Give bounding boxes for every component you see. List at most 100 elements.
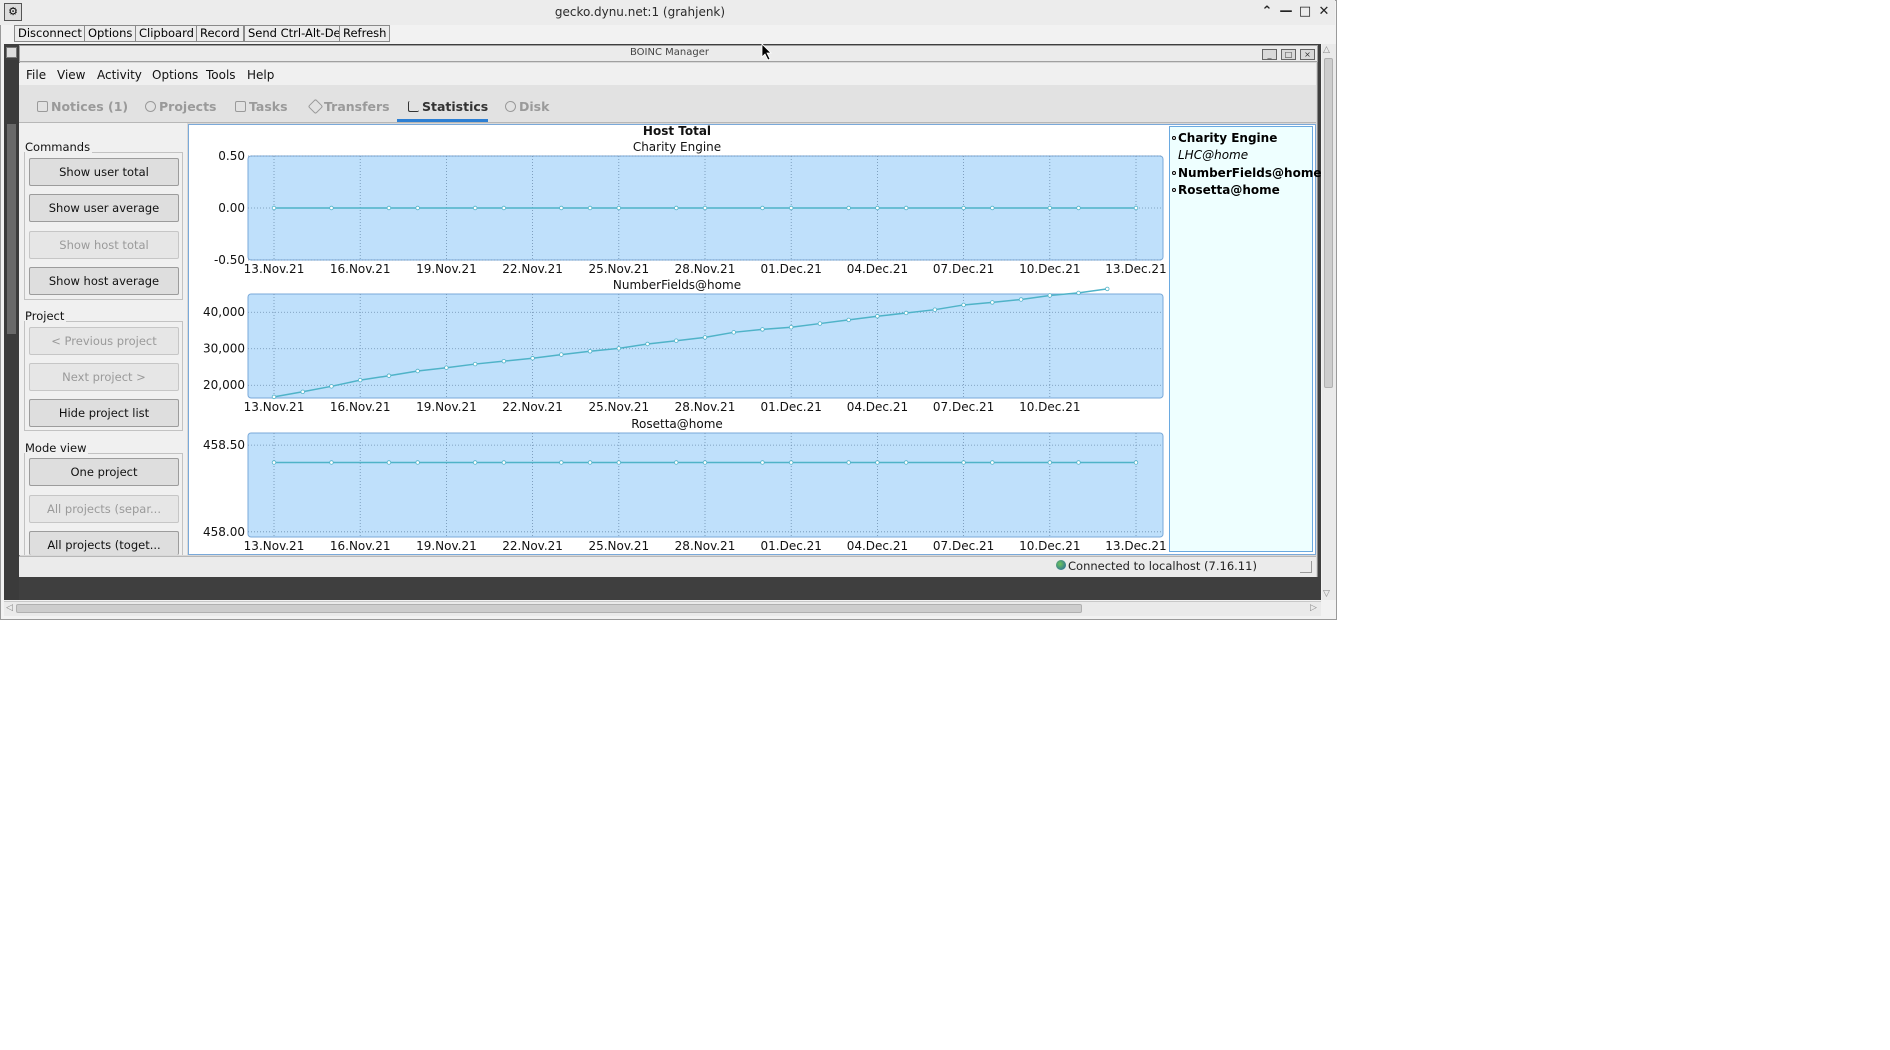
inner-close-icon[interactable]: × <box>1300 49 1315 60</box>
scroll-up-icon[interactable]: △ <box>1323 45 1330 55</box>
data-point <box>357 377 363 383</box>
menu-view[interactable]: View <box>57 68 85 82</box>
send-ctrl-alt-del-button[interactable]: Send Ctrl-Alt-Del <box>244 25 348 42</box>
show-host-total-button[interactable]: Show host total <box>29 231 179 259</box>
envelope-icon <box>37 101 48 112</box>
data-point <box>702 460 708 465</box>
maximize-icon[interactable]: □ <box>1296 3 1314 21</box>
tab-projects[interactable]: Projects <box>145 99 217 114</box>
tab-transfers[interactable]: Transfers <box>307 98 390 115</box>
show-user-average-button[interactable]: Show user average <box>29 194 179 222</box>
show-host-average-button[interactable]: Show host average <box>29 267 179 295</box>
vertical-scroll-thumb[interactable] <box>1324 58 1333 388</box>
legend-item-rosetta[interactable]: Rosetta@home <box>1178 183 1280 197</box>
document-icon <box>235 101 246 112</box>
chart-subtitle: Rosetta@home <box>631 417 723 431</box>
data-point <box>702 335 708 340</box>
all-projects-together-button[interactable]: All projects (toget... <box>29 531 179 555</box>
data-point <box>530 356 535 361</box>
tab-projects-label: Projects <box>159 99 217 114</box>
x-tick-label: 04.Dec.21 <box>847 262 908 276</box>
x-tick-label: 07.Dec.21 <box>933 400 994 414</box>
legend-item-charity-engine[interactable]: Charity Engine <box>1178 131 1277 145</box>
x-tick-label: 01.Dec.21 <box>761 262 822 276</box>
data-point <box>616 346 621 351</box>
disconnect-button[interactable]: Disconnect <box>14 25 86 42</box>
data-point <box>789 460 794 465</box>
clipboard-button[interactable]: Clipboard <box>135 25 198 42</box>
data-point <box>674 460 679 465</box>
close-icon[interactable]: ✕ <box>1315 3 1333 21</box>
data-point <box>501 460 507 465</box>
x-tick-label: 13.Dec.21 <box>1105 539 1166 553</box>
resize-grip-icon[interactable] <box>1300 561 1312 573</box>
legend-item-lhc[interactable]: LHC@home <box>1178 148 1248 162</box>
project-label: Project <box>25 309 67 323</box>
inner-maximize-icon[interactable]: □ <box>1281 49 1296 60</box>
menu-help[interactable]: Help <box>247 68 274 82</box>
data-point <box>990 300 995 305</box>
x-tick-label: 01.Dec.21 <box>761 400 822 414</box>
tab-statistics-label: Statistics <box>422 99 489 114</box>
inner-minimize-icon[interactable]: _ <box>1262 49 1277 60</box>
data-point <box>674 205 679 211</box>
vnc-toolbar: Disconnect Options Clipboard Record Send… <box>0 24 1335 44</box>
data-point <box>645 341 650 347</box>
refresh-button[interactable]: Refresh <box>339 25 391 42</box>
data-point <box>444 365 449 370</box>
tab-notices[interactable]: Notices (1) <box>37 99 128 114</box>
boinc-window-title: BOINC Manager <box>630 47 709 58</box>
all-projects-separate-button[interactable]: All projects (separ... <box>29 495 179 523</box>
scroll-left-icon[interactable]: ◁ <box>6 603 13 613</box>
data-point <box>472 205 478 211</box>
scroll-right-icon[interactable]: ▷ <box>1310 603 1317 613</box>
data-point <box>846 460 851 465</box>
data-point <box>760 327 765 332</box>
data-point <box>1018 297 1024 302</box>
gear-icon <box>145 101 156 112</box>
inner-menu-icon[interactable] <box>6 47 17 58</box>
x-tick-label: 19.Nov.21 <box>416 262 477 276</box>
chevron-up-icon[interactable]: ⌃ <box>1258 3 1276 21</box>
data-point <box>1076 205 1081 211</box>
data-point <box>501 358 507 364</box>
menu-tools[interactable]: Tools <box>206 68 236 82</box>
data-point <box>386 205 392 211</box>
x-tick-label: 10.Dec.21 <box>1019 400 1080 414</box>
record-button[interactable]: Record <box>196 25 244 42</box>
data-point <box>903 310 909 316</box>
tab-tasks[interactable]: Tasks <box>235 99 288 114</box>
options-button[interactable]: Options <box>84 25 137 42</box>
data-point <box>329 384 334 389</box>
scroll-down-icon[interactable]: ▽ <box>1323 589 1330 599</box>
tab-statistics[interactable]: Statistics <box>408 99 488 114</box>
menu-options[interactable]: Options <box>152 68 198 82</box>
data-point <box>415 205 420 211</box>
y-tick-label: -0.50 <box>214 253 245 267</box>
horizontal-scroll-thumb[interactable] <box>16 604 1082 613</box>
transfer-icon <box>307 98 324 115</box>
data-point <box>1133 205 1139 211</box>
tab-disk[interactable]: Disk <box>505 99 549 114</box>
one-project-button[interactable]: One project <box>29 458 179 486</box>
next-project-button[interactable]: Next project > <box>29 363 179 391</box>
data-point <box>903 460 909 465</box>
hide-project-list-button[interactable]: Hide project list <box>29 399 179 427</box>
tab-transfers-label: Transfers <box>324 99 390 114</box>
data-point <box>415 368 420 374</box>
bar-chart-icon <box>408 101 419 112</box>
commands-label: Commands <box>25 140 93 154</box>
desktop-panel-handle[interactable] <box>7 124 16 334</box>
data-point <box>789 205 794 211</box>
menu-file[interactable]: File <box>26 68 46 82</box>
x-tick-label: 22.Nov.21 <box>502 539 563 553</box>
boinc-titlebar[interactable]: BOINC Manager <box>19 45 1318 62</box>
plot-area <box>247 293 1164 399</box>
x-tick-label: 13.Nov.21 <box>244 400 305 414</box>
minimize-icon[interactable]: — <box>1277 3 1295 21</box>
y-tick-label: 458.50 <box>203 438 245 452</box>
previous-project-button[interactable]: < Previous project <box>29 327 179 355</box>
show-user-total-button[interactable]: Show user total <box>29 158 179 186</box>
legend-item-numberfields[interactable]: NumberFields@home <box>1178 166 1321 180</box>
menu-activity[interactable]: Activity <box>97 68 142 82</box>
